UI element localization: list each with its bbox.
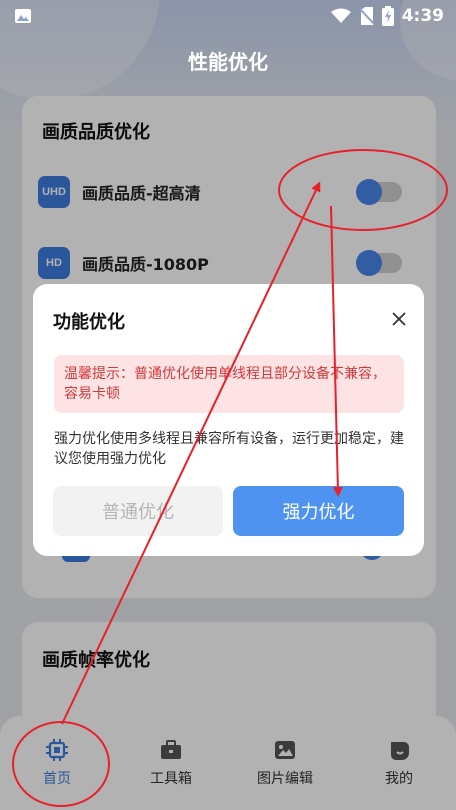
strong-optimize-button[interactable]: 强力优化 xyxy=(233,486,404,536)
screen: 4:39 性能优化 画质品质优化 UHD 画质品质-超高清 HD 画质品质-10… xyxy=(0,0,456,810)
battery-charging-icon xyxy=(381,6,394,26)
status-bar: 4:39 xyxy=(0,0,456,32)
status-icons: 4:39 xyxy=(330,6,444,26)
wifi-icon xyxy=(330,8,352,24)
dialog-title: 功能优化 xyxy=(53,312,125,333)
close-button[interactable] xyxy=(388,308,410,330)
dialog-description: 强力优化使用多线程且兼容所有设备，运行更加稳定，建议您使用强力优化 xyxy=(54,431,404,467)
no-sim-icon xyxy=(359,7,374,25)
gallery-notification-icon xyxy=(14,8,32,24)
status-time: 4:39 xyxy=(401,6,444,26)
normal-optimize-button[interactable]: 普通优化 xyxy=(53,486,223,536)
warning-message: 温馨提示：普通优化使用单线程且部分设备不兼容，容易卡顿 xyxy=(54,355,404,413)
page-title: 性能优化 xyxy=(188,50,268,74)
optimization-dialog: 功能优化 温馨提示：普通优化使用单线程且部分设备不兼容，容易卡顿 强力优化使用多… xyxy=(33,284,424,556)
close-icon xyxy=(392,312,406,326)
